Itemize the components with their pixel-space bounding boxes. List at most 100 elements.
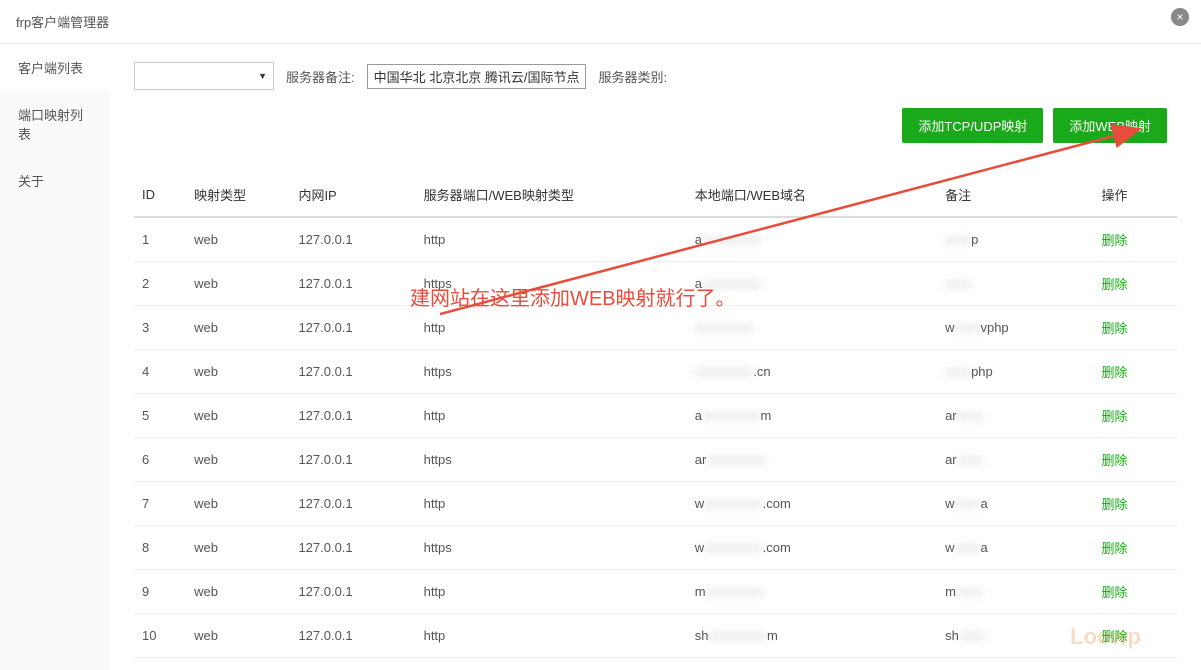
table-header-action: 操作 xyxy=(1094,173,1177,217)
table-row: 1 web 127.0.0.1 http axxxxxxxxx xxxxp 删除 xyxy=(134,217,1177,262)
server-type-label: 服务器类别: xyxy=(598,67,667,86)
cell-type: web xyxy=(186,394,290,438)
close-icon[interactable]: × xyxy=(1171,8,1189,26)
cell-domain: arxxxxxxxxx xyxy=(687,438,937,482)
cell-id: 9 xyxy=(134,570,186,614)
cell-action: 删除 xyxy=(1094,350,1177,394)
cell-remark: xxxxp xyxy=(937,217,1093,262)
table-row: 8 web 127.0.0.1 https wxxxxxxxxx.com wxx… xyxy=(134,526,1177,570)
sidebar-item-clients[interactable]: 客户端列表 xyxy=(0,44,110,91)
delete-link[interactable]: 删除 xyxy=(1102,629,1128,644)
table-header-id: ID xyxy=(134,173,186,217)
cell-remark: mxxxx xyxy=(937,570,1093,614)
cell-type: web xyxy=(186,438,290,482)
cell-domain: axxxxxxxxx xyxy=(687,262,937,306)
server-select[interactable]: ▼ xyxy=(134,62,274,90)
cell-proto: http xyxy=(416,394,687,438)
cell-ip: 127.0.0.1 xyxy=(290,262,415,306)
table-header-ip: 内网IP xyxy=(290,173,415,217)
table-row: 9 web 127.0.0.1 http mxxxxxxxxx mxxxx 删除 xyxy=(134,570,1177,614)
cell-id: 7 xyxy=(134,482,186,526)
table-row: 4 web 127.0.0.1 https xxxxxxxxx.cn xxxxp… xyxy=(134,350,1177,394)
cell-remark: xxxx xyxy=(937,262,1093,306)
cell-id: 8 xyxy=(134,526,186,570)
delete-link[interactable]: 删除 xyxy=(1102,497,1128,512)
delete-link[interactable]: 删除 xyxy=(1102,321,1128,336)
sidebar-item-about[interactable]: 关于 xyxy=(0,157,110,204)
cell-ip: 127.0.0.1 xyxy=(290,614,415,658)
table-header-proto: 服务器端口/WEB映射类型 xyxy=(416,173,687,217)
main-content: ▼ 服务器备注: 中国华北 北京北京 腾讯云/国际节点 服务器类别: 添加TCP… xyxy=(110,44,1201,670)
cell-type: web xyxy=(186,350,290,394)
cell-domain: wxxxxxxxxx.com xyxy=(687,482,937,526)
cell-ip: 127.0.0.1 xyxy=(290,570,415,614)
cell-remark: xxxxphp xyxy=(937,350,1093,394)
table-header-type: 映射类型 xyxy=(186,173,290,217)
table-header-domain: 本地端口/WEB域名 xyxy=(687,173,937,217)
cell-id: 10 xyxy=(134,614,186,658)
server-remark-value: 中国华北 北京北京 腾讯云/国际节点 xyxy=(367,64,587,89)
cell-action: 删除 xyxy=(1094,262,1177,306)
cell-action: 删除 xyxy=(1094,482,1177,526)
cell-domain: axxxxxxxxxm xyxy=(687,394,937,438)
page-title: frp客户端管理器 xyxy=(0,0,1201,44)
delete-link[interactable]: 删除 xyxy=(1102,365,1128,380)
cell-proto: http xyxy=(416,306,687,350)
sidebar: 客户端列表 端口映射列表 关于 xyxy=(0,44,110,670)
cell-ip: 127.0.0.1 xyxy=(290,438,415,482)
cell-domain: mxxxxxxxxx xyxy=(687,570,937,614)
delete-link[interactable]: 删除 xyxy=(1102,541,1128,556)
cell-action: 删除 xyxy=(1094,306,1177,350)
cell-proto: https xyxy=(416,350,687,394)
delete-link[interactable]: 删除 xyxy=(1102,233,1128,248)
cell-type: web xyxy=(186,306,290,350)
toolbar: 添加TCP/UDP映射 添加WEB映射 xyxy=(134,108,1177,143)
table-row: 3 web 127.0.0.1 http xxxxxxxxx wxxxxvphp… xyxy=(134,306,1177,350)
cell-ip: 127.0.0.1 xyxy=(290,217,415,262)
cell-remark: arxxxx xyxy=(937,394,1093,438)
cell-remark: wxxxxvphp xyxy=(937,306,1093,350)
cell-proto: https xyxy=(416,438,687,482)
table-row: 7 web 127.0.0.1 http wxxxxxxxxx.com wxxx… xyxy=(134,482,1177,526)
cell-domain: xxxxxxxxx xyxy=(687,306,937,350)
cell-ip: 127.0.0.1 xyxy=(290,350,415,394)
add-web-button[interactable]: 添加WEB映射 xyxy=(1053,108,1167,143)
table-row: 5 web 127.0.0.1 http axxxxxxxxxm arxxxx … xyxy=(134,394,1177,438)
table-row: 2 web 127.0.0.1 https axxxxxxxxx xxxx 删除 xyxy=(134,262,1177,306)
table-row: 10 web 127.0.0.1 http shxxxxxxxxxm shxxx… xyxy=(134,614,1177,658)
cell-ip: 127.0.0.1 xyxy=(290,394,415,438)
cell-ip: 127.0.0.1 xyxy=(290,306,415,350)
cell-proto: http xyxy=(416,614,687,658)
table-header-remark: 备注 xyxy=(937,173,1093,217)
cell-remark: shxxxx xyxy=(937,614,1093,658)
cell-proto: http xyxy=(416,217,687,262)
cell-domain: shxxxxxxxxxm xyxy=(687,614,937,658)
cell-proto: https xyxy=(416,262,687,306)
cell-action: 删除 xyxy=(1094,570,1177,614)
cell-type: web xyxy=(186,526,290,570)
table-row: 6 web 127.0.0.1 https arxxxxxxxxx arxxxx… xyxy=(134,438,1177,482)
cell-id: 6 xyxy=(134,438,186,482)
add-tcp-udp-button[interactable]: 添加TCP/UDP映射 xyxy=(902,108,1043,143)
cell-proto: http xyxy=(416,570,687,614)
delete-link[interactable]: 删除 xyxy=(1102,453,1128,468)
cell-ip: 127.0.0.1 xyxy=(290,526,415,570)
cell-remark: arxxxx xyxy=(937,438,1093,482)
cell-action: 删除 xyxy=(1094,217,1177,262)
delete-link[interactable]: 删除 xyxy=(1102,409,1128,424)
cell-type: web xyxy=(186,614,290,658)
cell-domain: xxxxxxxxx.cn xyxy=(687,350,937,394)
mapping-table: ID 映射类型 内网IP 服务器端口/WEB映射类型 本地端口/WEB域名 备注… xyxy=(134,173,1177,658)
cell-domain: axxxxxxxxx xyxy=(687,217,937,262)
cell-remark: wxxxxa xyxy=(937,526,1093,570)
sidebar-item-port-mappings[interactable]: 端口映射列表 xyxy=(0,91,110,157)
cell-action: 删除 xyxy=(1094,614,1177,658)
delete-link[interactable]: 删除 xyxy=(1102,585,1128,600)
cell-action: 删除 xyxy=(1094,526,1177,570)
cell-type: web xyxy=(186,482,290,526)
cell-type: web xyxy=(186,570,290,614)
cell-id: 2 xyxy=(134,262,186,306)
cell-id: 1 xyxy=(134,217,186,262)
cell-type: web xyxy=(186,262,290,306)
delete-link[interactable]: 删除 xyxy=(1102,277,1128,292)
